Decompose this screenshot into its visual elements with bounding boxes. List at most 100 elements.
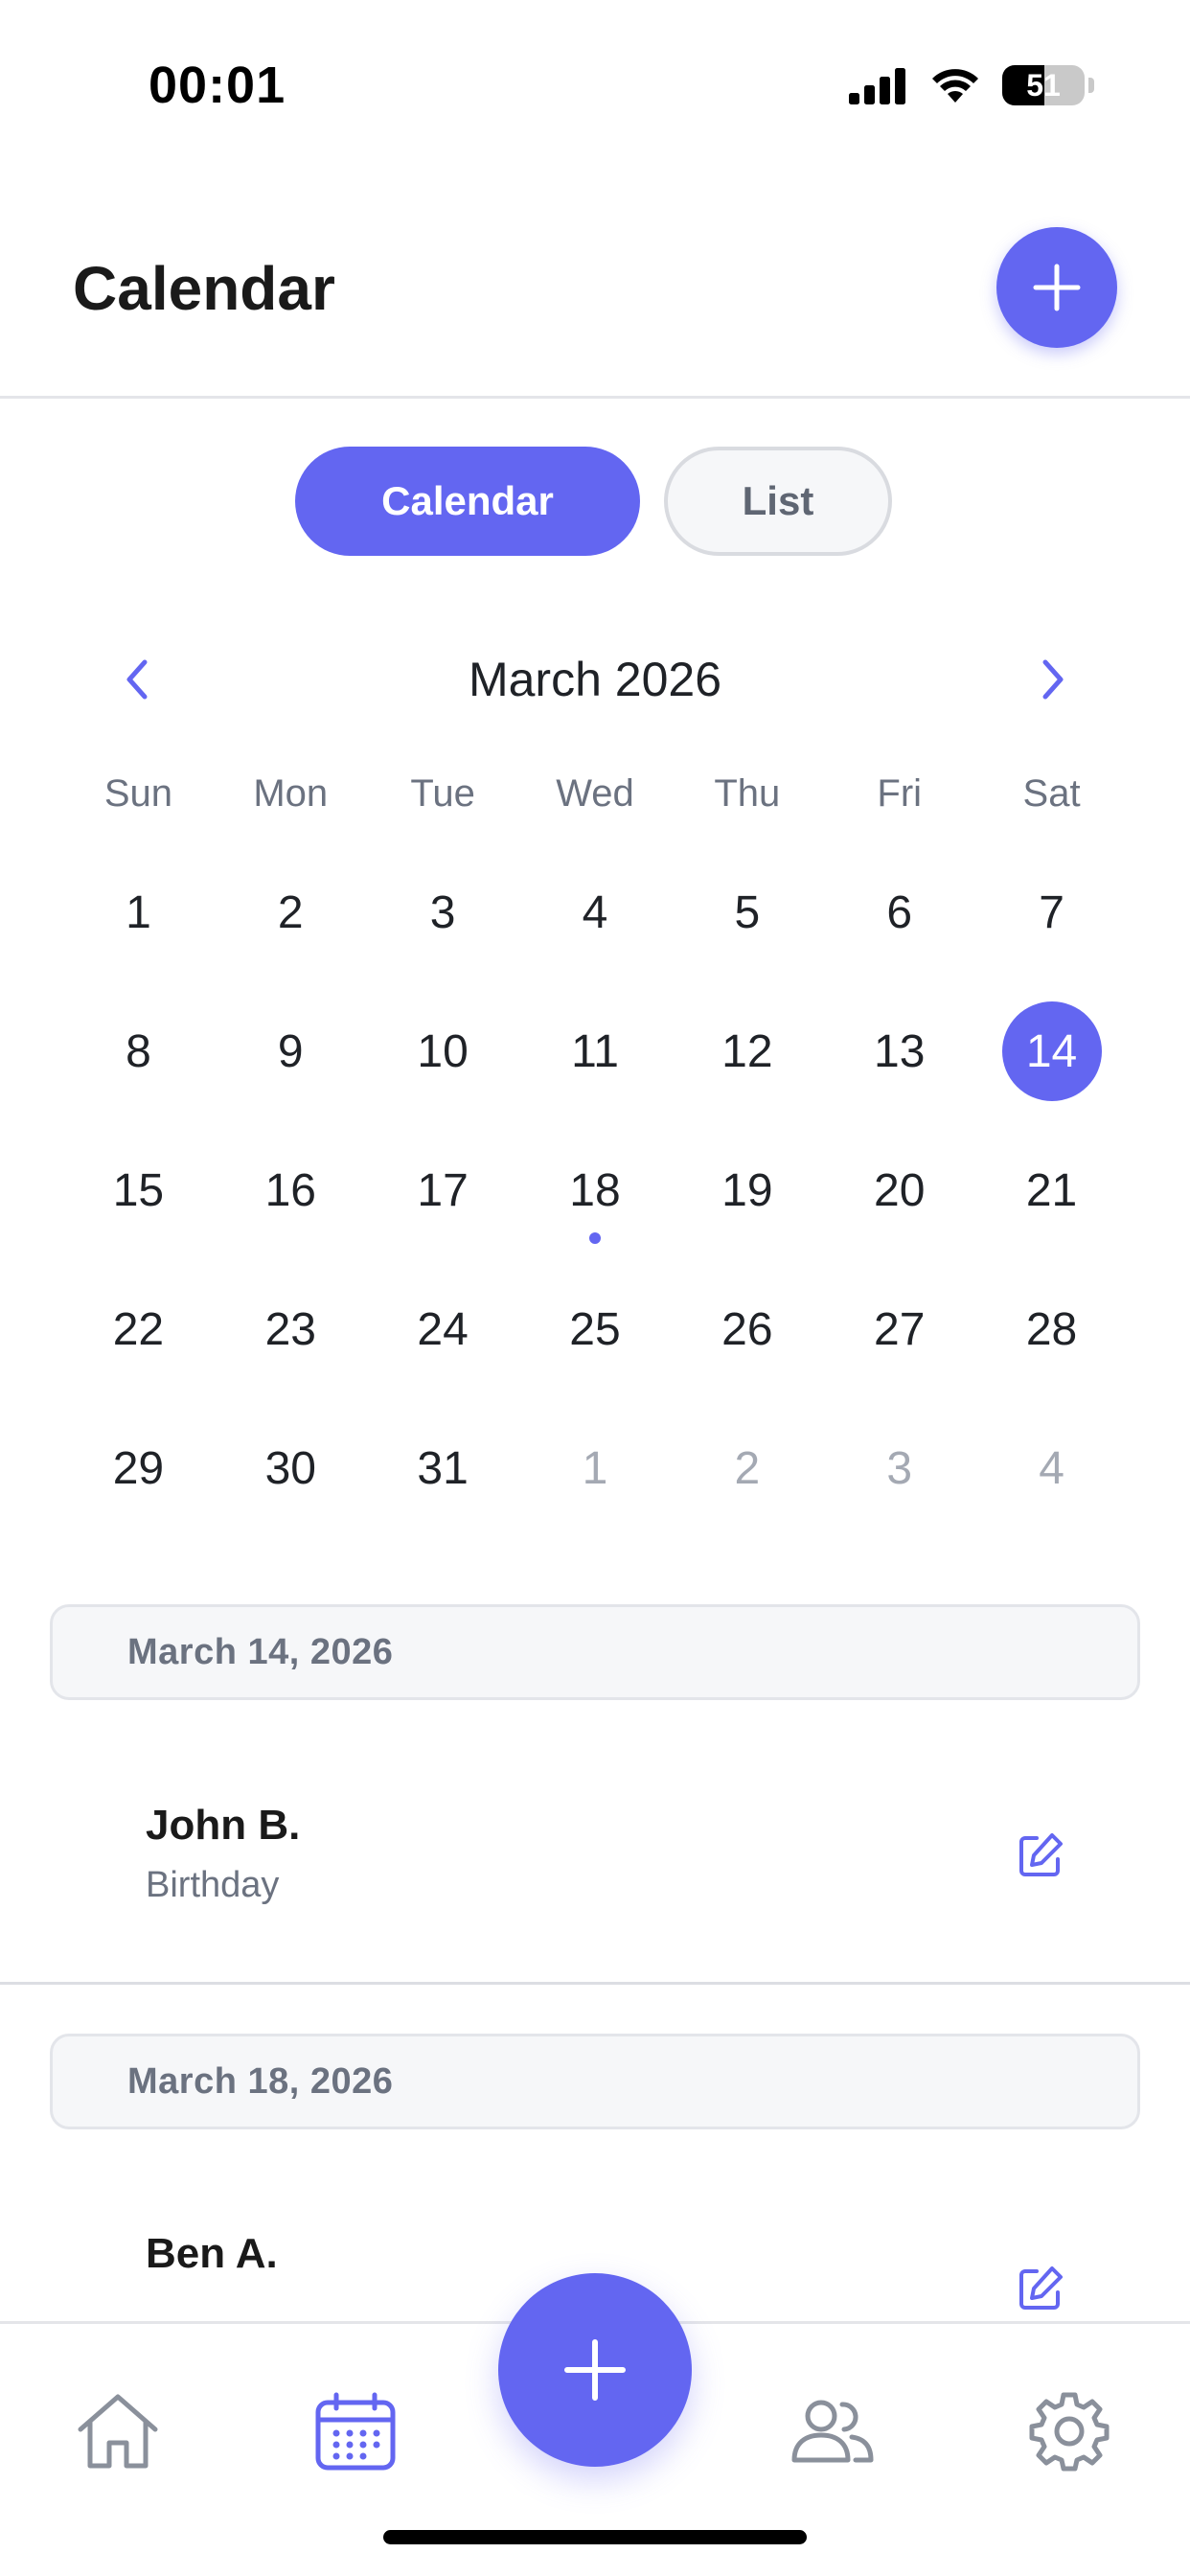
tab-home[interactable] bbox=[70, 2383, 166, 2479]
day-number: 2 bbox=[277, 886, 304, 938]
calendar-day[interactable]: 4 bbox=[975, 1418, 1128, 1557]
calendar-day[interactable]: 10 bbox=[367, 1001, 519, 1140]
calendar-day[interactable]: 27 bbox=[823, 1279, 975, 1418]
event-date-header: March 18, 2026 bbox=[50, 2034, 1140, 2129]
event-indicator-dot bbox=[588, 1232, 601, 1244]
weekday-label: Sun bbox=[103, 772, 172, 815]
calendar-day[interactable]: 11 bbox=[519, 1001, 672, 1140]
battery-cap bbox=[1088, 78, 1094, 93]
calendar-day[interactable]: 29 bbox=[62, 1418, 215, 1557]
event-name[interactable]: Ben A. bbox=[146, 2230, 278, 2278]
day-number: 29 bbox=[112, 1442, 165, 1494]
add-event-button[interactable] bbox=[996, 227, 1117, 348]
calendar-day[interactable]: 3 bbox=[367, 862, 519, 1001]
day-number: 28 bbox=[1025, 1303, 1078, 1355]
tab-settings[interactable] bbox=[1021, 2383, 1117, 2479]
wifi-icon bbox=[932, 69, 978, 103]
day-number: 1 bbox=[126, 886, 151, 938]
calendar-day[interactable]: 23 bbox=[215, 1279, 367, 1418]
calendar-day[interactable]: 2 bbox=[215, 862, 367, 1001]
event-date-header: March 14, 2026 bbox=[50, 1604, 1140, 1700]
day-number: 22 bbox=[112, 1303, 165, 1355]
month-label: March 2026 bbox=[468, 653, 722, 706]
calendar-day[interactable]: 2 bbox=[671, 1418, 823, 1557]
next-month-button[interactable] bbox=[1021, 648, 1085, 711]
previous-month-button[interactable] bbox=[105, 648, 169, 711]
tab-calendar[interactable] bbox=[308, 2383, 403, 2479]
calendar-day[interactable]: 1 bbox=[519, 1418, 672, 1557]
day-number: 20 bbox=[874, 1164, 926, 1216]
day-number: 18 bbox=[569, 1164, 621, 1216]
calendar-day[interactable]: 21 bbox=[975, 1140, 1128, 1279]
calendar-day[interactable]: 26 bbox=[671, 1279, 823, 1418]
calendar-day[interactable]: 1 bbox=[62, 862, 215, 1001]
calendar-day[interactable]: 9 bbox=[215, 1001, 367, 1140]
day-number: 7 bbox=[1039, 886, 1064, 938]
status-bar: 00:01 51 bbox=[0, 0, 1190, 172]
calendar-day[interactable]: 15 bbox=[62, 1140, 215, 1279]
home-icon bbox=[78, 2394, 158, 2469]
calendar-day[interactable]: 20 bbox=[823, 1140, 975, 1279]
day-number: 4 bbox=[1039, 1442, 1064, 1494]
calendar-day[interactable]: 13 bbox=[823, 1001, 975, 1140]
calendar-day[interactable]: 28 bbox=[975, 1279, 1128, 1418]
day-number: 19 bbox=[721, 1164, 773, 1216]
day-number: 1 bbox=[582, 1442, 608, 1494]
home-indicator bbox=[383, 2530, 807, 2544]
day-number: 12 bbox=[721, 1025, 773, 1077]
calendar-day[interactable]: 25 bbox=[519, 1279, 672, 1418]
calendar-day[interactable]: 5 bbox=[671, 862, 823, 1001]
signal-icon bbox=[849, 68, 905, 104]
day-number: 31 bbox=[417, 1442, 469, 1494]
tab-people[interactable] bbox=[785, 2383, 881, 2479]
edit-event-button[interactable] bbox=[1014, 1828, 1067, 1882]
calendar-day[interactable]: 18 bbox=[519, 1140, 672, 1279]
calendar-day[interactable]: 3 bbox=[823, 1418, 975, 1557]
calendar-day[interactable]: 12 bbox=[671, 1001, 823, 1140]
calendar-day[interactable]: 31 bbox=[367, 1418, 519, 1557]
day-number: 17 bbox=[417, 1164, 469, 1216]
day-number: 8 bbox=[126, 1025, 151, 1077]
plus-icon bbox=[564, 2339, 626, 2401]
calendar-day[interactable]: 4 bbox=[519, 862, 672, 1001]
event-name[interactable]: John B. bbox=[146, 1802, 300, 1850]
calendar-day[interactable]: 16 bbox=[215, 1140, 367, 1279]
edit-event-button[interactable] bbox=[1014, 2262, 1067, 2315]
day-number: 15 bbox=[112, 1164, 165, 1216]
battery-icon: 51 bbox=[1002, 65, 1085, 105]
tab-list-view[interactable]: List bbox=[664, 447, 892, 556]
quick-add-button[interactable] bbox=[498, 2273, 692, 2467]
status-time: 00:01 bbox=[149, 57, 286, 114]
calendar-day[interactable]: 24 bbox=[367, 1279, 519, 1418]
day-number: 9 bbox=[277, 1025, 304, 1077]
day-number: 27 bbox=[874, 1303, 926, 1355]
header: Calendar bbox=[0, 172, 1190, 399]
calendar-days-grid: 1 2 3 4 5 6 7 8 9 10 11 12 13 14 15 16 17 18 19 20 21 22 23 24 2… bbox=[62, 862, 1128, 1557]
day-number: 5 bbox=[734, 886, 761, 938]
calendar-day[interactable]: 22 bbox=[62, 1279, 215, 1418]
weekday-header: Sun Mon Tue Wed Thu Fri Sat bbox=[62, 767, 1128, 820]
tab-calendar-view[interactable]: Calendar bbox=[295, 447, 640, 556]
event-type: Birthday bbox=[146, 1865, 280, 1905]
weekday-label: Wed bbox=[556, 772, 634, 815]
page-title: Calendar bbox=[73, 254, 335, 323]
calendar-day[interactable]: 17 bbox=[367, 1140, 519, 1279]
calendar-day-selected[interactable]: 14 bbox=[975, 1001, 1128, 1140]
chevron-left-icon bbox=[126, 659, 148, 700]
weekday-label: Mon bbox=[253, 772, 329, 815]
day-number: 23 bbox=[264, 1303, 316, 1355]
battery-level: 51 bbox=[1026, 68, 1061, 103]
day-number: 13 bbox=[874, 1025, 926, 1077]
calendar-day[interactable]: 6 bbox=[823, 862, 975, 1001]
status-icons: 51 bbox=[849, 65, 1094, 105]
calendar-day[interactable]: 7 bbox=[975, 862, 1128, 1001]
day-number: 6 bbox=[886, 886, 913, 938]
edit-icon bbox=[1019, 1833, 1063, 1876]
day-number: 4 bbox=[582, 886, 608, 938]
calendar-day[interactable]: 19 bbox=[671, 1140, 823, 1279]
day-number: 2 bbox=[734, 1442, 761, 1494]
calendar-day[interactable]: 30 bbox=[215, 1418, 367, 1557]
chevron-right-icon bbox=[1042, 659, 1064, 700]
calendar-day[interactable]: 8 bbox=[62, 1001, 215, 1140]
day-number: 10 bbox=[417, 1025, 469, 1077]
